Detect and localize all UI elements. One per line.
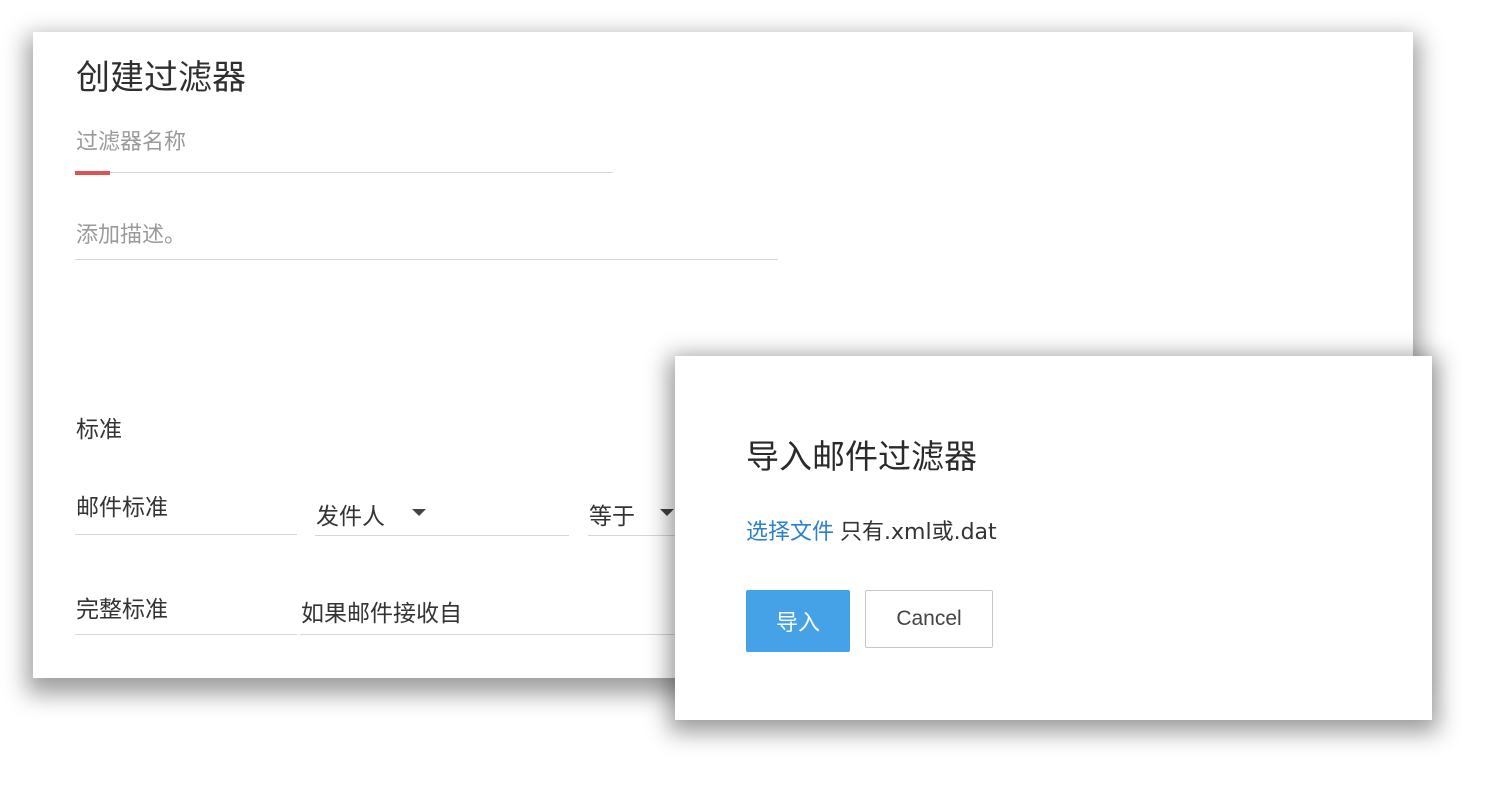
mail-criteria-label-cell: 邮件标准 (75, 480, 297, 535)
dialog-title: 导入邮件过滤器 (746, 437, 977, 476)
description-placeholder: 添加描述。 (76, 223, 187, 248)
full-criteria-label-cell: 完整标准 (75, 582, 297, 635)
filter-name-placeholder: 过滤器名称 (76, 130, 187, 155)
full-criteria-label: 完整标准 (76, 597, 168, 623)
import-filter-dialog: 导入邮件过滤器 选择文件 只有.xml或.dat 导入 Cancel (675, 356, 1432, 720)
operator-dropdown[interactable]: 等于 (588, 484, 688, 536)
file-type-hint: 只有.xml或.dat (840, 520, 997, 545)
file-select-row: 选择文件 只有.xml或.dat (746, 514, 997, 546)
import-button[interactable]: 导入 (746, 590, 850, 652)
chevron-down-icon (660, 509, 674, 516)
chevron-down-icon (412, 509, 426, 516)
criteria-section-label: 标准 (76, 417, 122, 443)
operator-value: 等于 (589, 504, 635, 530)
filter-name-input[interactable]: 过滤器名称 (75, 120, 613, 175)
description-input[interactable]: 添加描述。 (75, 212, 778, 260)
mail-field-value: 发件人 (316, 504, 385, 530)
cancel-button[interactable]: Cancel (865, 590, 993, 648)
mail-field-dropdown[interactable]: 发件人 (315, 484, 569, 536)
page-title: 创建过滤器 (76, 58, 246, 98)
mail-criteria-label: 邮件标准 (76, 495, 168, 521)
full-criteria-value: 如果邮件接收自 (301, 601, 462, 627)
full-criteria-value-cell: 如果邮件接收自 (300, 584, 690, 635)
required-indicator (75, 171, 110, 175)
choose-file-link[interactable]: 选择文件 (746, 520, 834, 545)
